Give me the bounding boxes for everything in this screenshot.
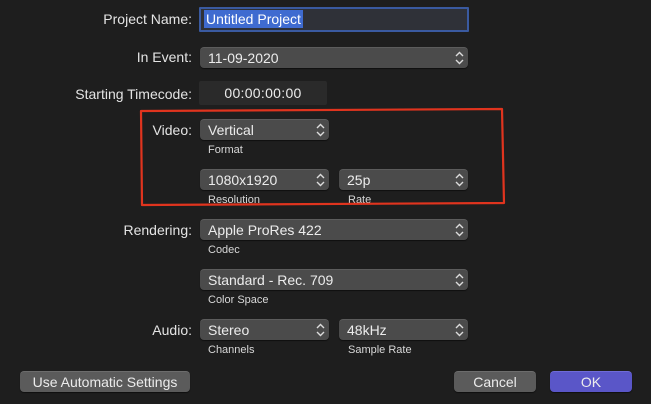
use-automatic-settings-button[interactable]: Use Automatic Settings (20, 371, 190, 392)
project-name-value: Untitled Project (204, 10, 303, 28)
channels-caption: Channels (208, 344, 255, 356)
starting-timecode-field[interactable]: 00:00:00:00 (199, 81, 327, 105)
channels-value: Stereo (208, 322, 250, 338)
in-event-value: 11-09-2020 (208, 50, 279, 66)
color-space-caption: Color Space (208, 294, 269, 306)
highlight-annotation (139, 107, 506, 207)
codec-popup[interactable]: Apple ProRes 422 (200, 219, 468, 240)
in-event-popup[interactable]: 11-09-2020 (200, 47, 468, 68)
sample-rate-value: 48kHz (347, 322, 387, 338)
starting-timecode-label: Starting Timecode: (75, 86, 192, 102)
codec-value: Apple ProRes 422 (208, 222, 322, 238)
up-down-chevron-icon (455, 223, 464, 237)
project-name-label: Project Name: (103, 11, 192, 27)
sample-rate-caption: Sample Rate (348, 344, 412, 356)
cancel-button[interactable]: Cancel (454, 371, 536, 392)
project-name-field[interactable]: Untitled Project (199, 7, 469, 32)
color-space-popup[interactable]: Standard - Rec. 709 (200, 269, 468, 290)
rendering-label: Rendering: (123, 222, 193, 238)
channels-popup[interactable]: Stereo (200, 319, 329, 340)
up-down-chevron-icon (455, 51, 464, 65)
color-space-value: Standard - Rec. 709 (208, 272, 334, 288)
in-event-label: In Event: (136, 49, 192, 65)
codec-caption: Codec (208, 244, 240, 256)
up-down-chevron-icon (455, 273, 464, 287)
ok-button[interactable]: OK (550, 371, 632, 392)
up-down-chevron-icon (455, 323, 464, 337)
audio-label: Audio: (152, 322, 192, 338)
up-down-chevron-icon (316, 323, 325, 337)
sample-rate-popup[interactable]: 48kHz (339, 319, 468, 340)
